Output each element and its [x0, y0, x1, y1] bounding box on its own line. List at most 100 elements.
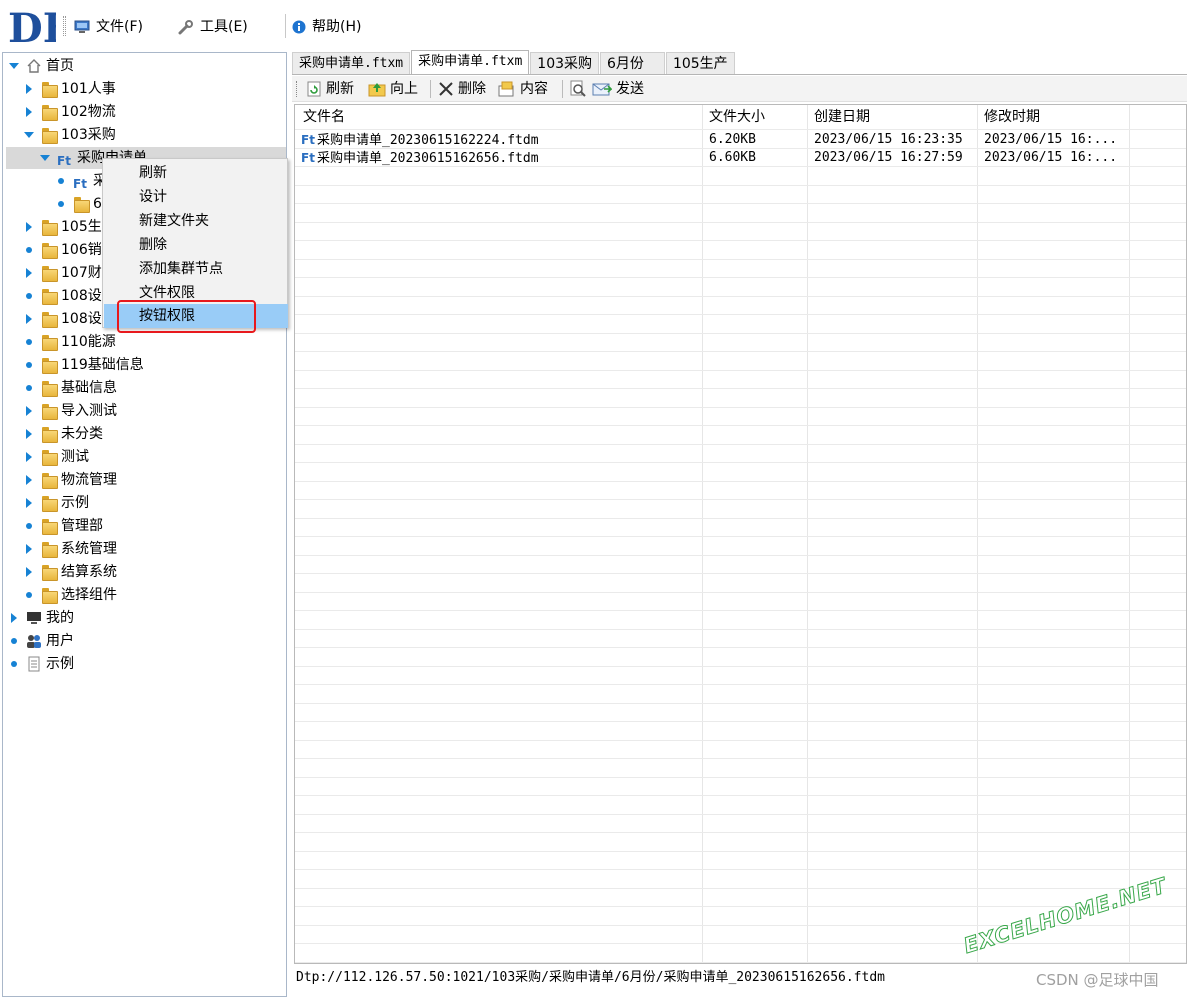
file-name: 采购申请单_20230615162224.ftdm: [317, 133, 539, 148]
toolbar-separator: [430, 80, 431, 98]
tree-node-basic-info[interactable]: 基础信息: [23, 377, 117, 399]
toolbar: 刷新 向上 删除 内容 发送: [292, 76, 1187, 102]
tab-underline: [292, 74, 1187, 75]
expand-arrow-icon[interactable]: [23, 106, 35, 118]
expand-arrow-icon[interactable]: [23, 474, 35, 486]
expand-arrow-icon[interactable]: [23, 566, 35, 578]
menu-file[interactable]: 文件(F): [74, 16, 143, 38]
expand-arrow-icon[interactable]: [23, 267, 35, 279]
ctx-add-cluster-node[interactable]: 添加集群节点: [104, 257, 288, 281]
tree-node-119[interactable]: 119基础信息: [23, 354, 144, 376]
tab-june[interactable]: 6月份: [600, 52, 665, 74]
folder-icon: [41, 311, 58, 328]
refresh-label: 刷新: [326, 81, 354, 97]
ctx-new-folder[interactable]: 新建文件夹: [104, 209, 288, 233]
column-header-name[interactable]: 文件名: [295, 105, 345, 129]
tree-node-101[interactable]: 101人事: [23, 78, 116, 100]
tree-node-mine[interactable]: 我的: [8, 607, 74, 629]
tree-node-users[interactable]: 用户: [8, 630, 74, 652]
folder-icon: [41, 541, 58, 558]
grid-row-line: [295, 129, 1186, 130]
send-button[interactable]: 发送: [592, 78, 644, 100]
menu-file-label: 文件(F): [96, 19, 143, 35]
tree-node-label: 用户: [46, 633, 74, 649]
tree-node-logistics-mgmt[interactable]: 物流管理: [23, 469, 117, 491]
expand-arrow-icon[interactable]: [23, 451, 35, 463]
collapse-arrow-icon[interactable]: [39, 152, 51, 164]
grid-row-line: [295, 222, 1186, 223]
tree-node-107[interactable]: 107财: [23, 262, 102, 284]
menu-help-label: 帮助(H): [312, 19, 362, 35]
tree-node-103[interactable]: 103采购: [23, 124, 116, 146]
grid-row-line: [295, 703, 1186, 704]
tree-node-purchase-file[interactable]: Ft 采: [55, 170, 107, 192]
grid-row-line: [295, 499, 1186, 500]
grid-row-line: [295, 869, 1186, 870]
tree-node-label: 选择组件: [61, 587, 117, 603]
tree-node-home[interactable]: 首页: [8, 55, 74, 77]
expand-arrow-icon[interactable]: [23, 313, 35, 325]
tree-node-106[interactable]: 106销: [23, 239, 102, 261]
app-logo: DE: [8, 5, 56, 48]
grid-row-line: [295, 536, 1186, 537]
refresh-button[interactable]: 刷新: [306, 78, 354, 100]
leaf-dot-icon: [23, 336, 35, 348]
content-button[interactable]: 内容: [498, 78, 548, 100]
expand-arrow-icon[interactable]: [8, 612, 20, 624]
tree-node-management[interactable]: 管理部: [23, 515, 103, 537]
file-list[interactable]: 文件名 文件大小 创建日期 修改时期 Ft 采购申请单_2023061516222…: [294, 104, 1187, 964]
column-divider: [807, 105, 808, 963]
up-button[interactable]: 向上: [368, 78, 418, 100]
expand-arrow-icon[interactable]: [23, 83, 35, 95]
tree-node-105[interactable]: 105生: [23, 216, 102, 238]
folder-icon: [41, 219, 58, 236]
menu-tools[interactable]: 工具(E): [178, 16, 248, 38]
collapse-arrow-icon[interactable]: [23, 129, 35, 141]
folder-icon: [41, 334, 58, 351]
grid-row-line: [295, 666, 1186, 667]
preview-button[interactable]: [569, 78, 587, 100]
expand-arrow-icon[interactable]: [23, 428, 35, 440]
ctx-refresh[interactable]: 刷新: [104, 161, 288, 185]
tree-node-example-root[interactable]: 示例: [8, 653, 74, 675]
grid-row-line: [295, 684, 1186, 685]
grid-row-line: [295, 832, 1186, 833]
expand-arrow-icon[interactable]: [23, 405, 35, 417]
column-header-size[interactable]: 文件大小: [701, 105, 765, 129]
tree-node-108b[interactable]: 108设: [23, 308, 102, 330]
tab-105-production[interactable]: 105生产: [665, 52, 735, 74]
ft-file-icon: Ft: [73, 177, 87, 191]
tree-node-uncategorized[interactable]: 未分类: [23, 423, 103, 445]
tree-node-june[interactable]: 6: [55, 193, 102, 215]
modified-cell: 2023/06/15 16:...: [984, 150, 1118, 165]
folder-icon: [41, 127, 58, 144]
menu-help[interactable]: 帮助(H): [292, 16, 361, 38]
grid-row-line: [295, 296, 1186, 297]
tree-node-select-component[interactable]: 选择组件: [23, 584, 117, 606]
tree-node-label: 105生: [61, 219, 102, 235]
ctx-design[interactable]: 设计: [104, 185, 288, 209]
tree-node-settlement[interactable]: 结算系统: [23, 561, 117, 583]
expand-arrow-icon[interactable]: [23, 497, 35, 509]
grid-row-line: [295, 351, 1186, 352]
column-header-created[interactable]: 创建日期: [806, 105, 870, 129]
ctx-delete[interactable]: 删除: [104, 233, 288, 257]
tab-purchase-request-1[interactable]: 采购申请单.ftxm: [292, 52, 411, 74]
tree-node-110[interactable]: 110能源: [23, 331, 116, 353]
expand-arrow-icon[interactable]: [23, 221, 35, 233]
grid-row-line: [295, 888, 1186, 889]
tab-103-purchase[interactable]: 103采购: [530, 52, 600, 74]
tree-node-test[interactable]: 测试: [23, 446, 89, 468]
grid-row-line: [295, 185, 1186, 186]
tree-node-example[interactable]: 示例: [23, 492, 89, 514]
delete-button[interactable]: 删除: [438, 78, 486, 100]
expand-arrow-icon[interactable]: [23, 543, 35, 555]
tree-node-import-test[interactable]: 导入测试: [23, 400, 117, 422]
tree-node-system-mgmt[interactable]: 系统管理: [23, 538, 117, 560]
tree-node-108a[interactable]: 108设: [23, 285, 102, 307]
tab-purchase-request-2[interactable]: 采购申请单.ftxm: [411, 50, 530, 74]
modified-cell: 2023/06/15 16:...: [984, 132, 1118, 147]
collapse-arrow-icon[interactable]: [8, 60, 20, 72]
column-header-modified[interactable]: 修改时期: [976, 105, 1040, 129]
tree-node-102[interactable]: 102物流: [23, 101, 116, 123]
